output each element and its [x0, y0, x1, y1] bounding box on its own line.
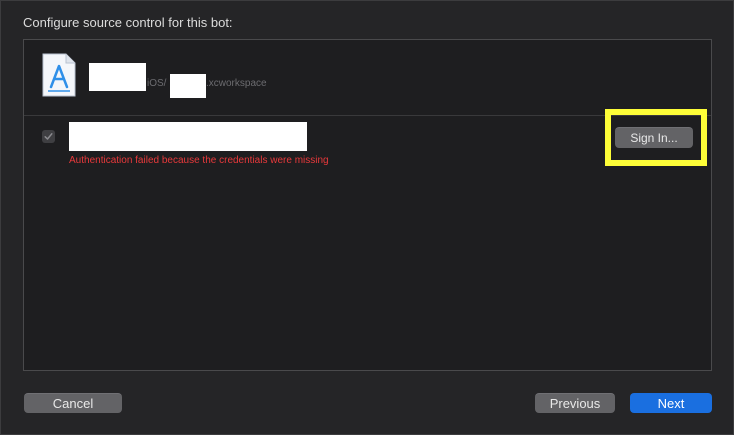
redacted-workspace-name	[170, 74, 206, 98]
authentication-error-message: Authentication failed because the creden…	[69, 155, 329, 166]
project-path-segment: iOS/	[147, 78, 167, 89]
checkmark-icon	[44, 133, 53, 140]
cancel-button[interactable]: Cancel	[24, 393, 122, 413]
dialog-title: Configure source control for this bot:	[23, 15, 233, 30]
repository-list-panel: iOS/ .xcworkspace Authentication failed …	[23, 39, 712, 371]
redacted-project-name	[89, 63, 146, 91]
previous-button[interactable]: Previous	[535, 393, 615, 413]
redacted-repository-url	[69, 122, 307, 151]
xcode-project-file-icon	[42, 53, 76, 97]
repository-checkbox[interactable]	[42, 130, 55, 143]
configure-source-control-sheet: Configure source control for this bot: i…	[0, 0, 734, 435]
next-button[interactable]: Next	[630, 393, 712, 413]
annotation-highlight-box	[605, 109, 707, 166]
project-path-extension: .xcworkspace	[206, 78, 267, 89]
